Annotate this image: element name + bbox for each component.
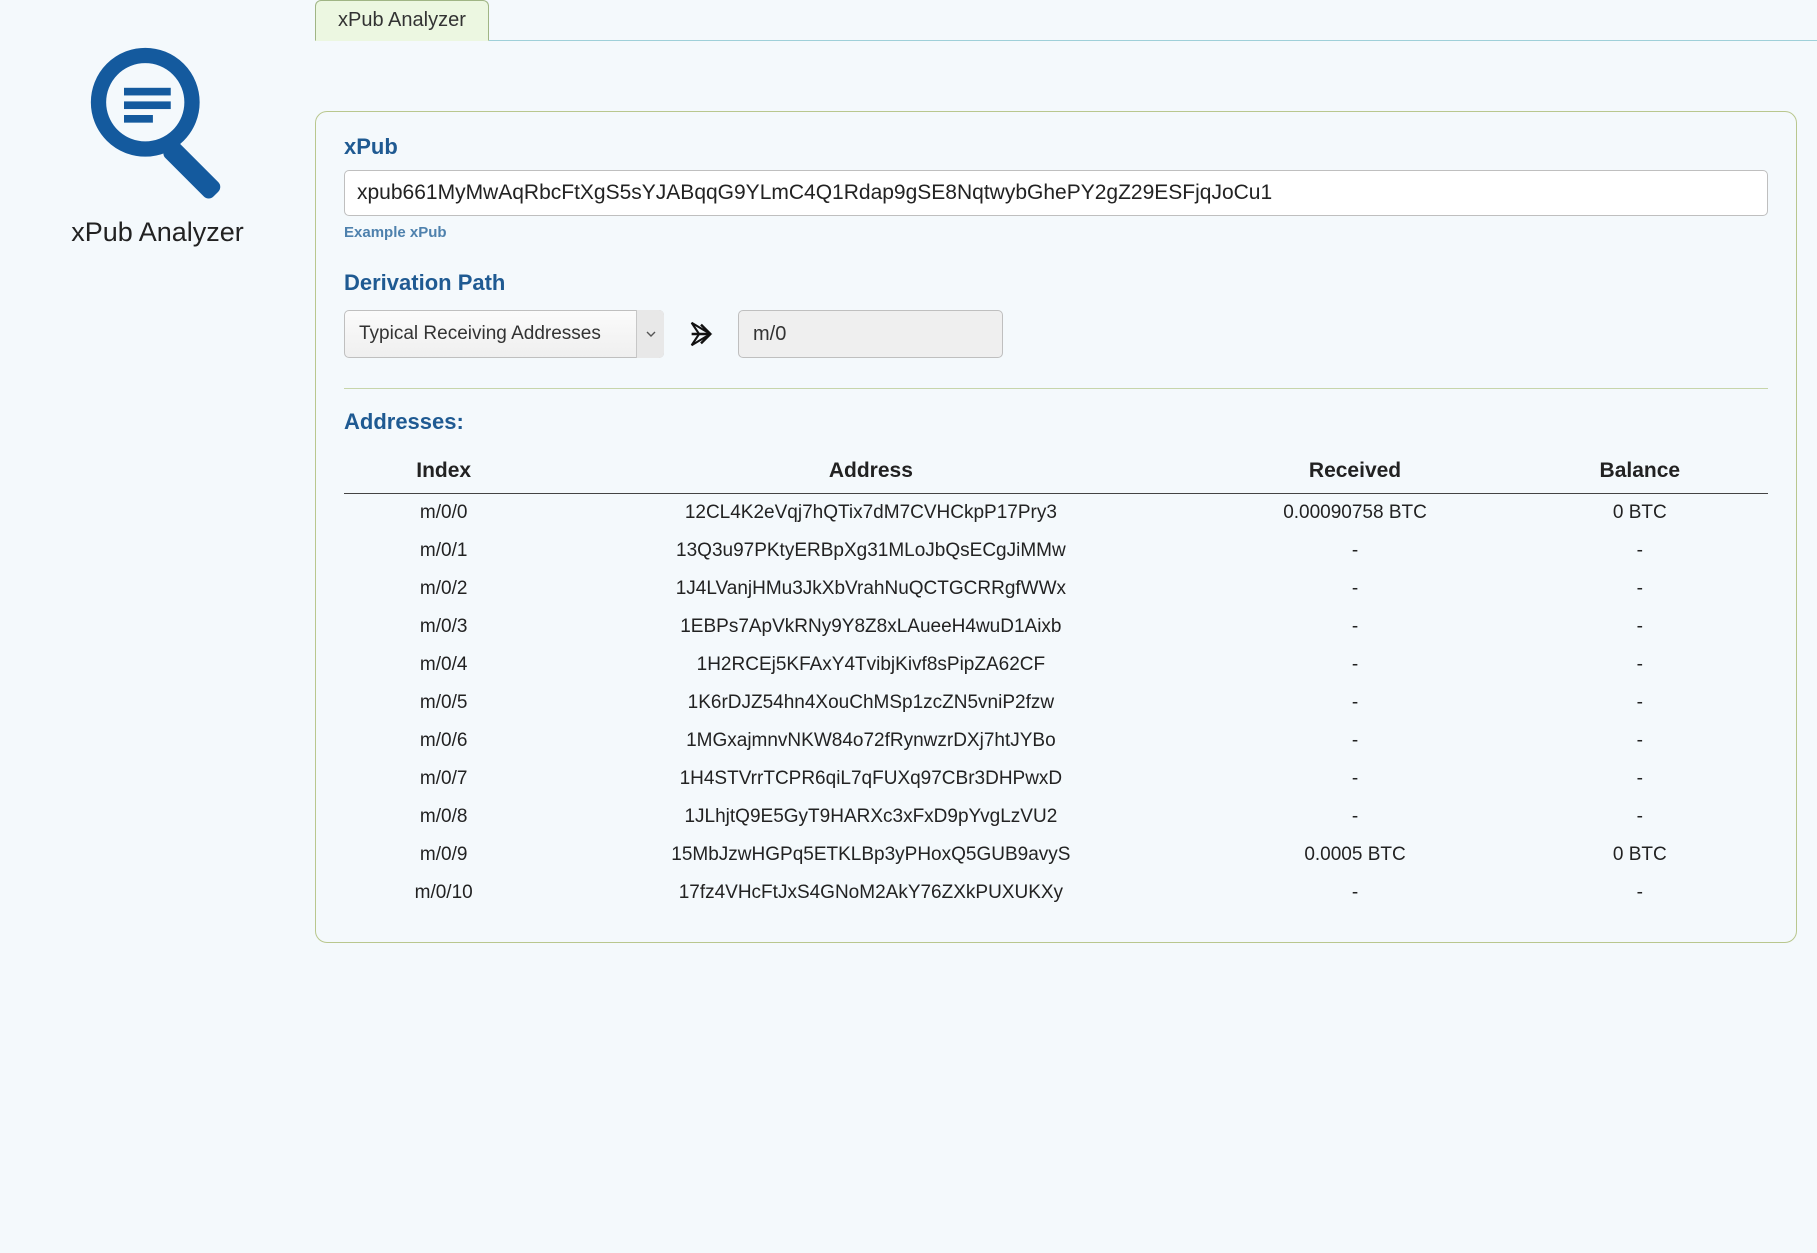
- cell-index: m/0/8: [344, 798, 543, 836]
- sidebar: xPub Analyzer: [0, 0, 315, 1253]
- tab-xpub-analyzer[interactable]: xPub Analyzer: [315, 0, 489, 41]
- table-row: m/0/31EBPs7ApVkRNy9Y8Z8xLAueeH4wuD1Aixb-…: [344, 608, 1768, 646]
- table-row: m/0/81JLhjtQ9E5GyT9HARXc3xFxD9pYvgLzVU2-…: [344, 798, 1768, 836]
- cell-address: 1EBPs7ApVkRNy9Y8Z8xLAueeH4wuD1Aixb: [543, 608, 1198, 646]
- table-row: m/0/1017fz4VHcFtJxS4GNoM2AkY76ZXkPUXUKXy…: [344, 874, 1768, 912]
- cell-balance: -: [1512, 684, 1768, 722]
- table-row: m/0/51K6rDJZ54hn4XouChMSp1zcZN5vniP2fzw-…: [344, 684, 1768, 722]
- cell-address: 1MGxajmnvNKW84o72fRynwzrDXj7htJYBo: [543, 722, 1198, 760]
- cell-address: 1H2RCEj5KFAxY4TvibjKivf8sPipZA62CF: [543, 646, 1198, 684]
- table-row: m/0/41H2RCEj5KFAxY4TvibjKivf8sPipZA62CF-…: [344, 646, 1768, 684]
- cell-received: -: [1198, 798, 1511, 836]
- tab-underline: [315, 40, 1817, 41]
- col-address: Address: [543, 453, 1198, 494]
- cell-received: -: [1198, 874, 1511, 912]
- cell-index: m/0/3: [344, 608, 543, 646]
- cell-received: -: [1198, 532, 1511, 570]
- table-row: m/0/61MGxajmnvNKW84o72fRynwzrDXj7htJYBo-…: [344, 722, 1768, 760]
- cell-received: -: [1198, 646, 1511, 684]
- cell-address: 17fz4VHcFtJxS4GNoM2AkY76ZXkPUXUKXy: [543, 874, 1198, 912]
- derivation-path-output: m/0: [738, 310, 1003, 358]
- cell-address: 15MbJzwHGPq5ETKLBp3yPHoxQ5GUB9avyS: [543, 836, 1198, 874]
- cell-received: -: [1198, 760, 1511, 798]
- cell-received: -: [1198, 722, 1511, 760]
- cell-index: m/0/0: [344, 494, 543, 533]
- col-balance: Balance: [1512, 453, 1768, 494]
- arrow-right-icon: [686, 319, 716, 349]
- cell-balance: -: [1512, 874, 1768, 912]
- cell-balance: -: [1512, 532, 1768, 570]
- panel: xPub Example xPub Derivation Path Typica…: [315, 111, 1797, 943]
- col-index: Index: [344, 453, 543, 494]
- cell-balance: 0 BTC: [1512, 494, 1768, 533]
- cell-index: m/0/7: [344, 760, 543, 798]
- main-content: xPub Analyzer xPub Example xPub Derivati…: [315, 0, 1817, 1253]
- example-xpub-link[interactable]: Example xPub: [344, 224, 447, 241]
- xpub-label: xPub: [344, 134, 1768, 160]
- cell-index: m/0/10: [344, 874, 543, 912]
- derivation-path-label: Derivation Path: [344, 270, 1768, 296]
- cell-index: m/0/5: [344, 684, 543, 722]
- cell-balance: -: [1512, 760, 1768, 798]
- col-received: Received: [1198, 453, 1511, 494]
- cell-received: -: [1198, 608, 1511, 646]
- cell-address: 12CL4K2eVqj7hQTix7dM7CVHCkpP17Pry3: [543, 494, 1198, 533]
- app-title: xPub Analyzer: [10, 217, 305, 248]
- table-row: m/0/113Q3u97PKtyERBpXg31MLoJbQsECgJiMMw-…: [344, 532, 1768, 570]
- xpub-input[interactable]: [344, 170, 1768, 216]
- cell-received: -: [1198, 684, 1511, 722]
- cell-balance: 0 BTC: [1512, 836, 1768, 874]
- addresses-table: Index Address Received Balance m/0/012CL…: [344, 453, 1768, 912]
- cell-index: m/0/9: [344, 836, 543, 874]
- logo: [10, 30, 305, 205]
- cell-balance: -: [1512, 608, 1768, 646]
- derivation-select[interactable]: Typical Receiving Addresses: [344, 310, 664, 358]
- cell-balance: -: [1512, 722, 1768, 760]
- table-row: m/0/71H4STVrrTCPR6qiL7qFUXq97CBr3DHPwxD-…: [344, 760, 1768, 798]
- cell-received: 0.00090758 BTC: [1198, 494, 1511, 533]
- cell-received: 0.0005 BTC: [1198, 836, 1511, 874]
- cell-index: m/0/6: [344, 722, 543, 760]
- cell-address: 1JLhjtQ9E5GyT9HARXc3xFxD9pYvgLzVU2: [543, 798, 1198, 836]
- cell-index: m/0/4: [344, 646, 543, 684]
- cell-address: 13Q3u97PKtyERBpXg31MLoJbQsECgJiMMw: [543, 532, 1198, 570]
- cell-index: m/0/1: [344, 532, 543, 570]
- cell-address: 1J4LVanjHMu3JkXbVrahNuQCTGCRRgfWWx: [543, 570, 1198, 608]
- table-row: m/0/21J4LVanjHMu3JkXbVrahNuQCTGCRRgfWWx-…: [344, 570, 1768, 608]
- derivation-select-value: Typical Receiving Addresses: [344, 310, 664, 358]
- cell-index: m/0/2: [344, 570, 543, 608]
- cell-received: -: [1198, 570, 1511, 608]
- cell-address: 1K6rDJZ54hn4XouChMSp1zcZN5vniP2fzw: [543, 684, 1198, 722]
- divider: [344, 388, 1768, 389]
- table-row: m/0/915MbJzwHGPq5ETKLBp3yPHoxQ5GUB9avyS0…: [344, 836, 1768, 874]
- tab-bar: xPub Analyzer: [315, 0, 1817, 41]
- table-row: m/0/012CL4K2eVqj7hQTix7dM7CVHCkpP17Pry30…: [344, 494, 1768, 533]
- cell-balance: -: [1512, 646, 1768, 684]
- addresses-label: Addresses:: [344, 409, 1768, 435]
- cell-address: 1H4STVrrTCPR6qiL7qFUXq97CBr3DHPwxD: [543, 760, 1198, 798]
- cell-balance: -: [1512, 798, 1768, 836]
- magnifier-icon: [73, 30, 243, 200]
- cell-balance: -: [1512, 570, 1768, 608]
